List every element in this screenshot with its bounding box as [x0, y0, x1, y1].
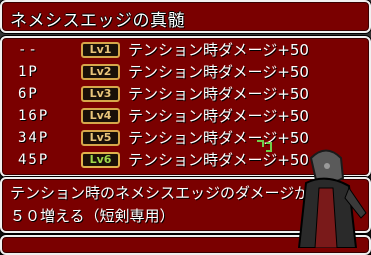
player-character: [297, 149, 367, 248]
green-selection-mark-icon: [257, 140, 272, 152]
level-effect: テンション時ダメージ+50: [128, 63, 309, 81]
level-row-1: -- Lv1 テンション時ダメージ+50: [2, 40, 362, 60]
required-points: 16P: [18, 108, 50, 124]
required-points: 45P: [18, 152, 50, 168]
required-points: 34P: [18, 130, 50, 146]
level-badge: Lv2: [81, 64, 120, 80]
required-points: --: [18, 42, 39, 58]
title-panel: ネメシスエッジの真髄: [0, 0, 371, 33]
required-points: 1P: [18, 64, 39, 80]
level-badge: Lv4: [81, 108, 120, 124]
description-line-2: ５０増える（短剣専用）: [10, 207, 175, 225]
skill-title: ネメシスエッジの真髄: [10, 11, 185, 31]
level-effect: テンション時ダメージ+50: [128, 107, 309, 125]
level-badge: Lv5: [81, 130, 120, 146]
level-effect: テンション時ダメージ+50: [128, 85, 309, 103]
level-row-2: 1P Lv2 テンション時ダメージ+50: [2, 62, 362, 82]
description-line-1: テンション時のネメシスエッジのダメージが: [10, 184, 310, 202]
level-row-3: 6P Lv3 テンション時ダメージ+50: [2, 84, 362, 104]
required-points: 6P: [18, 86, 39, 102]
level-badge: Lv3: [81, 86, 120, 102]
level-row-4: 16P Lv4 テンション時ダメージ+50: [2, 106, 362, 126]
level-effect: テンション時ダメージ+50: [128, 41, 309, 59]
level-badge: Lv1: [81, 42, 120, 58]
level-badge-active: Lv6: [81, 152, 120, 168]
